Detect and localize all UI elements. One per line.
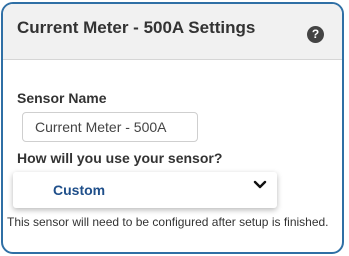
panel-title: Current Meter - 500A Settings [17, 18, 256, 37]
panel-header: Current Meter - 500A Settings ? [3, 4, 342, 60]
help-icon[interactable]: ? [307, 26, 324, 43]
chevron-down-icon [253, 180, 267, 189]
setup-help-text: This sensor will need to be configured a… [7, 215, 329, 229]
sensor-name-label: Sensor Name [17, 90, 107, 106]
sensor-usage-select[interactable]: Custom [13, 172, 277, 208]
settings-panel: Current Meter - 500A Settings ? Sensor N… [1, 2, 344, 254]
sensor-name-input[interactable] [22, 112, 198, 142]
sensor-usage-selected-value: Custom [53, 182, 106, 198]
sensor-usage-label: How will you use your sensor? [17, 150, 223, 166]
